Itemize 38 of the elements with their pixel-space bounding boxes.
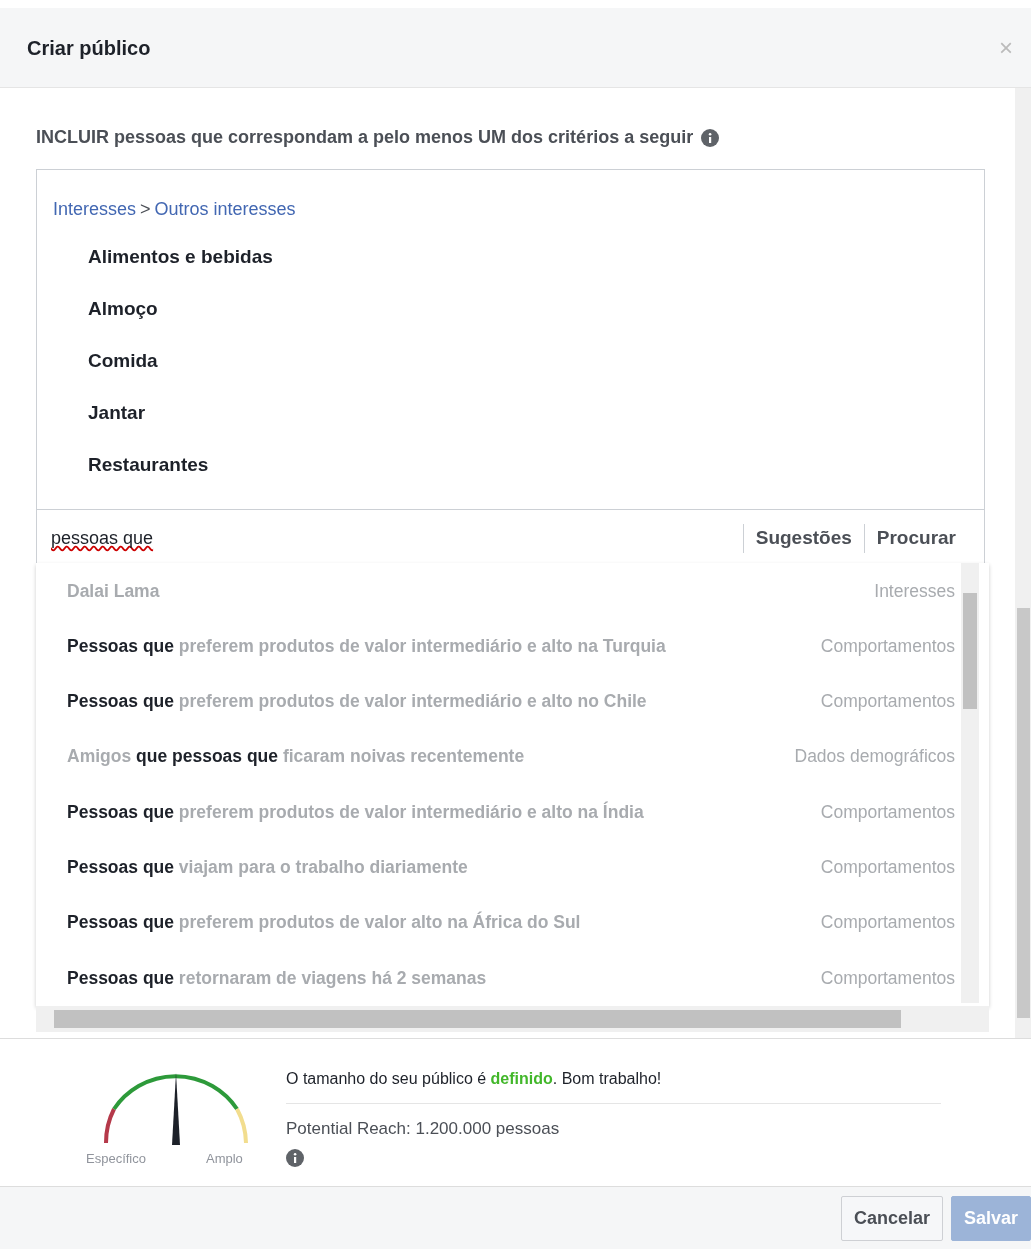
- interest-item[interactable]: Restaurantes: [37, 454, 209, 475]
- suggestion-category: Comportamentos: [820, 690, 955, 714]
- suggestion-item[interactable]: Pessoas que retornaram de viagens há 2 semanas: [67, 964, 487, 991]
- gauge-label: Específico: [86, 1150, 146, 1168]
- search-mode-link[interactable]: Procurar: [863, 524, 968, 553]
- suggestion-item[interactable]: Amigos que pessoas que ficaram noivas recentemente: [67, 743, 525, 770]
- info-icon[interactable]: [701, 128, 720, 147]
- suggestion-category: Comportamentos: [820, 634, 955, 658]
- scrollbar[interactable]: [1015, 88, 1031, 1038]
- suggestion-category: Comportamentos: [820, 966, 955, 990]
- interest-item[interactable]: Alimentos e bebidas: [37, 246, 273, 267]
- suggestion-category: Comportamentos: [820, 911, 955, 935]
- scrollbar[interactable]: [36, 1006, 989, 1032]
- suggestion-category: Comportamentos: [820, 856, 955, 879]
- suggestion-item[interactable]: Pessoas que preferem produtos de valor alto na África do Sul: [67, 909, 581, 936]
- suggestion-item[interactable]: Pessoas que preferem produtos de valor intermediário e alto na Índia: [67, 798, 644, 825]
- suggestion-category: Dados demográficos: [794, 745, 955, 769]
- suggestion-item[interactable]: Pessoas que preferem produtos de valor intermediário e alto na Turquia: [67, 632, 666, 660]
- suggestion-item[interactable]: Pessoas que preferem produtos de valor intermediário e alto no Chile: [67, 688, 647, 715]
- audience-status: O tamanho do seu público é definido. Bom trabalho!: [286, 1059, 941, 1104]
- search-field[interactable]: pessoas que: [49, 524, 743, 553]
- suggestion-category: Comportamentos: [820, 800, 955, 824]
- potential-reach: Potential Reach: 1.200.000 pessoas: [286, 1118, 561, 1140]
- search-mode-link[interactable]: Sugestões: [742, 524, 864, 553]
- suggestion-item[interactable]: Pessoas que viajam para o trabalho diariamente: [67, 854, 468, 881]
- info-icon[interactable]: [286, 1149, 304, 1168]
- cancel-button[interactable]: Cancelar: [840, 1196, 943, 1241]
- gauge-label: Amplo: [206, 1150, 243, 1168]
- suggestion-category: Interesses: [874, 579, 955, 603]
- breadcrumb-link[interactable]: Interesses: [53, 196, 137, 223]
- interest-item[interactable]: Jantar: [37, 402, 146, 423]
- breadcrumb-separator: >: [140, 198, 151, 221]
- scrollbar[interactable]: [961, 563, 979, 1003]
- include-label: INCLUIR pessoas que correspondam a pelo menos UM dos critérios a seguir: [36, 126, 694, 149]
- dialog-title: Criar público: [27, 35, 151, 61]
- interest-item[interactable]: Comida: [37, 350, 158, 371]
- interest-item[interactable]: Almoço: [37, 298, 158, 319]
- breadcrumb-link[interactable]: Outros interesses: [154, 196, 296, 223]
